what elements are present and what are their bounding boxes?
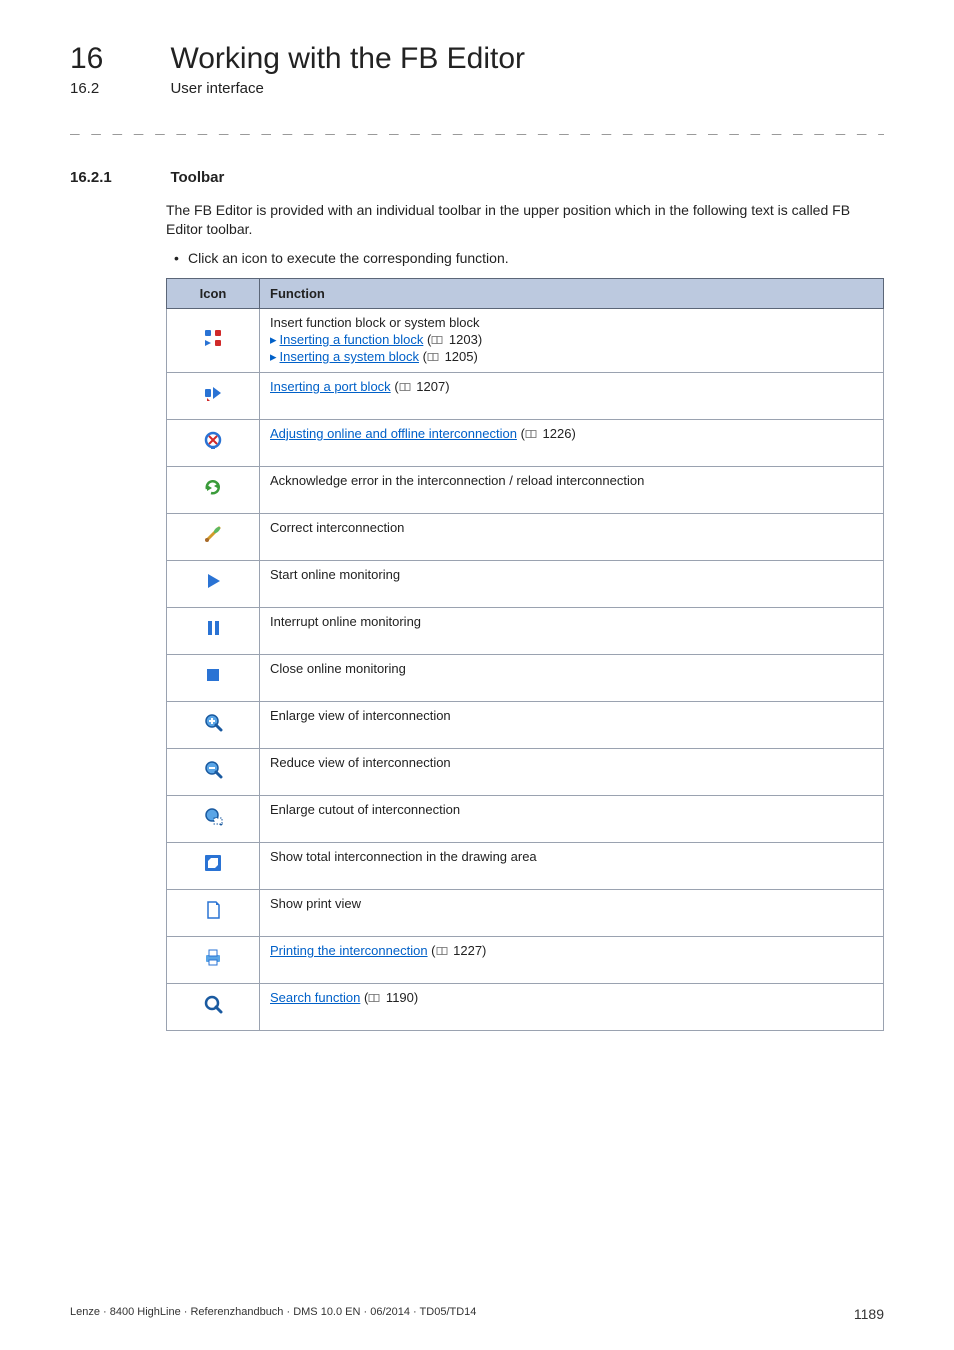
page-ref: ( 1207)	[394, 379, 449, 394]
table-header-icon: Icon	[167, 278, 260, 309]
adjust-online-icon	[167, 419, 260, 466]
interrupt-monitor-icon	[167, 607, 260, 654]
table-row: Close online monitoring	[167, 654, 884, 701]
chapter-title: Working with the FB Editor	[170, 42, 525, 75]
horizontal-rule: _ _ _ _ _ _ _ _ _ _ _ _ _ _ _ _ _ _ _ _ …	[70, 116, 884, 135]
table-row: Show total interconnection in the drawin…	[167, 842, 884, 889]
table-row: Search function ( 1190)	[167, 983, 884, 1030]
table-row: Enlarge cutout of interconnection	[167, 795, 884, 842]
toolbar-table: Icon Function Insert function block or s…	[166, 278, 884, 1031]
page-ref: ( 1190)	[364, 990, 418, 1005]
correct-icon	[167, 513, 260, 560]
plain-text: Start online monitoring	[270, 567, 400, 582]
bullet-marker: •	[174, 249, 188, 268]
table-row: Show print view	[167, 889, 884, 936]
function-cell: Reduce view of interconnection	[260, 748, 884, 795]
subsection-title: Toolbar	[170, 169, 224, 186]
plain-text: Show total interconnection in the drawin…	[270, 849, 537, 864]
page-footer: Lenze · 8400 HighLine · Referenzhandbuch…	[70, 1306, 884, 1322]
close-monitor-icon	[167, 654, 260, 701]
function-cell: Enlarge view of interconnection	[260, 701, 884, 748]
function-cell: Correct interconnection	[260, 513, 884, 560]
plain-text: Enlarge cutout of interconnection	[270, 802, 460, 817]
plain-text: Correct interconnection	[270, 520, 404, 535]
arrow-icon: ▸	[270, 332, 277, 349]
subsection-header: 16.2.1 Toolbar	[70, 169, 884, 187]
page-ref: ( 1203)	[427, 332, 482, 347]
table-row: Acknowledge error in the interconnection…	[167, 466, 884, 513]
function-cell: Insert function block or system block ▸In…	[260, 309, 884, 373]
ack-reload-icon	[167, 466, 260, 513]
chapter-number: 16	[70, 42, 166, 76]
function-cell: Acknowledge error in the interconnection…	[260, 466, 884, 513]
function-cell: Show total interconnection in the drawin…	[260, 842, 884, 889]
plain-text: Reduce view of interconnection	[270, 755, 451, 770]
zoom-out-icon	[167, 748, 260, 795]
plain-text: Show print view	[270, 896, 361, 911]
intro-paragraph: The FB Editor is provided with an indivi…	[166, 201, 884, 239]
link-text[interactable]: Inserting a system block	[280, 349, 419, 364]
plain-text: Insert function block or system block	[270, 315, 480, 330]
table-header-function: Function	[260, 278, 884, 309]
function-cell: Close online monitoring	[260, 654, 884, 701]
table-row: Enlarge view of interconnection	[167, 701, 884, 748]
insert-port-icon	[167, 372, 260, 419]
page-ref: ( 1205)	[423, 349, 478, 364]
subsection-number: 16.2.1	[70, 169, 166, 186]
arrow-icon: ▸	[270, 349, 277, 366]
page-number: 1189	[854, 1306, 884, 1322]
table-row: Interrupt online monitoring	[167, 607, 884, 654]
function-cell: Printing the interconnection ( 1227)	[260, 936, 884, 983]
function-cell: Interrupt online monitoring	[260, 607, 884, 654]
table-row: Printing the interconnection ( 1227)	[167, 936, 884, 983]
chapter-header: 16 Working with the FB Editor	[70, 42, 884, 76]
table-row: Insert function block or system block ▸In…	[167, 309, 884, 373]
section-title: User interface	[170, 80, 263, 97]
plain-text: Close online monitoring	[270, 661, 406, 676]
table-row: Reduce view of interconnection	[167, 748, 884, 795]
table-row: Inserting a port block ( 1207)	[167, 372, 884, 419]
function-cell: Inserting a port block ( 1207)	[260, 372, 884, 419]
search-icon	[167, 983, 260, 1030]
plain-text: Enlarge view of interconnection	[270, 708, 451, 723]
print-icon	[167, 936, 260, 983]
link-text[interactable]: Printing the interconnection	[270, 943, 428, 958]
table-row: Adjusting online and offline interconnec…	[167, 419, 884, 466]
function-cell: Enlarge cutout of interconnection	[260, 795, 884, 842]
link-text[interactable]: Inserting a function block	[280, 332, 424, 347]
plain-text: Acknowledge error in the interconnection…	[270, 473, 644, 488]
section-header: 16.2 User interface	[70, 80, 884, 98]
start-monitor-icon	[167, 560, 260, 607]
zoom-region-icon	[167, 795, 260, 842]
function-cell: Adjusting online and offline interconnec…	[260, 419, 884, 466]
link-text[interactable]: Adjusting online and offline interconnec…	[270, 426, 517, 441]
page-ref: ( 1226)	[521, 426, 576, 441]
function-cell: Search function ( 1190)	[260, 983, 884, 1030]
insert-block-icon	[167, 309, 260, 373]
section-number: 16.2	[70, 80, 166, 97]
print-view-icon	[167, 889, 260, 936]
link-text[interactable]: Inserting a port block	[270, 379, 391, 394]
function-cell: Start online monitoring	[260, 560, 884, 607]
plain-text: Interrupt online monitoring	[270, 614, 421, 629]
zoom-in-icon	[167, 701, 260, 748]
table-row: Correct interconnection	[167, 513, 884, 560]
page-ref: ( 1227)	[431, 943, 486, 958]
bullet-item: • Click an icon to execute the correspon…	[174, 249, 884, 268]
function-cell: Show print view	[260, 889, 884, 936]
bullet-text: Click an icon to execute the correspondi…	[188, 249, 509, 268]
link-text[interactable]: Search function	[270, 990, 360, 1005]
fit-all-icon	[167, 842, 260, 889]
footer-text: Lenze · 8400 HighLine · Referenzhandbuch…	[70, 1306, 476, 1322]
table-row: Start online monitoring	[167, 560, 884, 607]
